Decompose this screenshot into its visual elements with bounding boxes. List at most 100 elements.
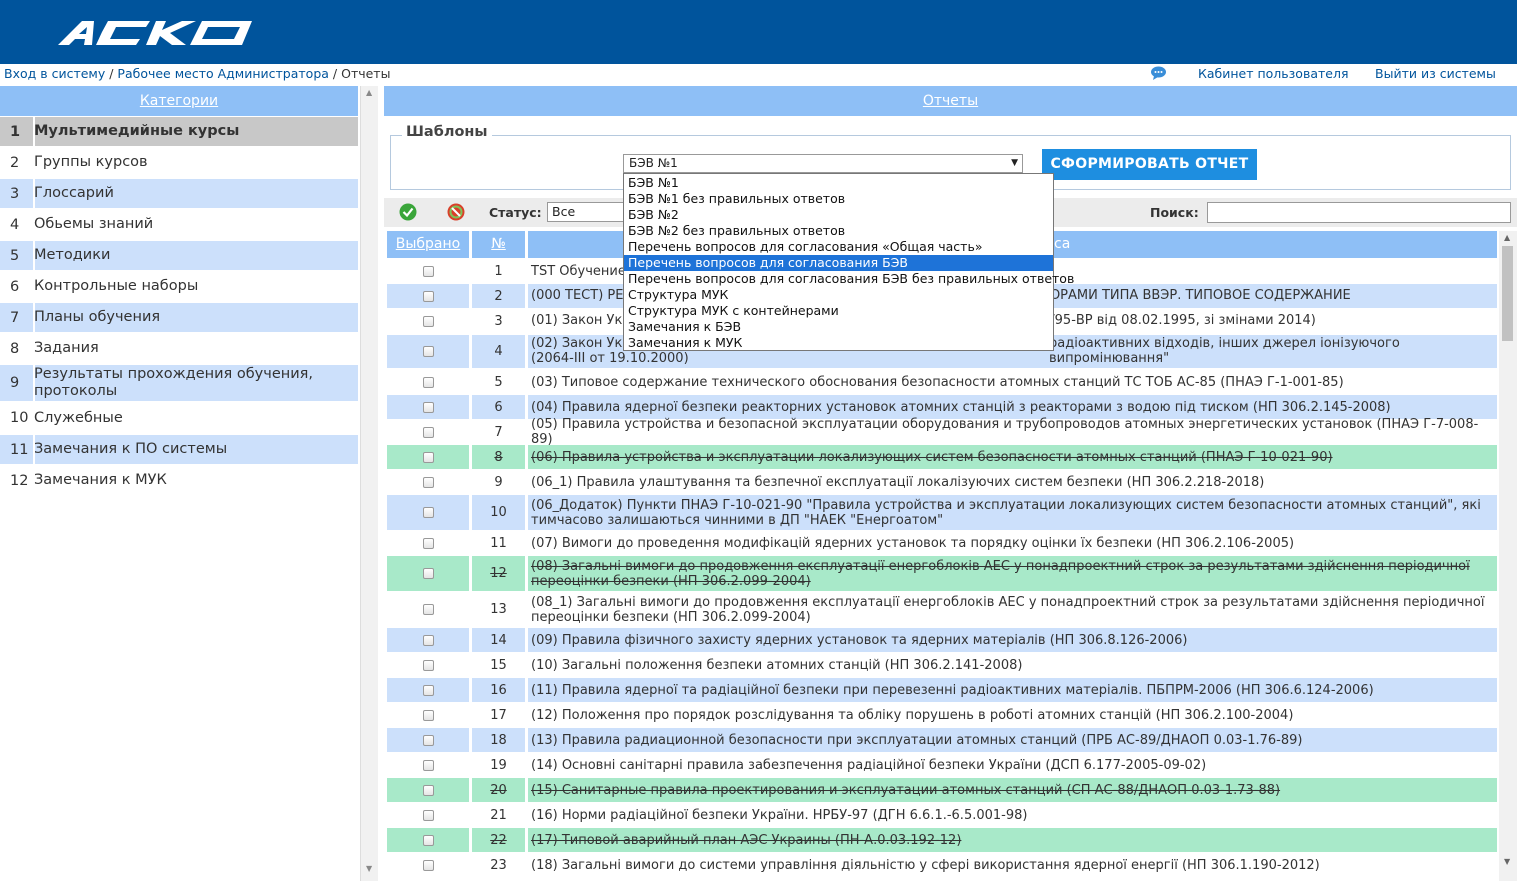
table-row[interactable]: 14 (09) Правила фізичного захисту ядерних… (387, 628, 1497, 652)
row-title[interactable]: (13) Правила радиационной безопасности п… (528, 733, 1302, 748)
dropdown-option[interactable]: БЭВ №2 (624, 207, 1053, 223)
table-scrollbar[interactable]: ▲ ▼ (1499, 231, 1517, 881)
table-row[interactable]: 15 (10) Загальні положення безпеки атомни… (387, 653, 1497, 677)
reports-header[interactable]: Отчеты (384, 86, 1517, 116)
sidebar-item-tasks[interactable]: 8 Задания (0, 334, 358, 363)
row-title[interactable]: (16) Норми радіаційної безпеки України. … (528, 808, 1027, 823)
row-checkbox[interactable] (422, 476, 434, 488)
row-checkbox[interactable] (422, 290, 434, 302)
sidebar-item-service[interactable]: 10 Служебные (0, 403, 358, 433)
table-row[interactable]: 11 (07) Вимоги до проведення модифікацій … (387, 531, 1497, 555)
column-header-selected[interactable]: Выбрано (387, 231, 469, 258)
row-checkbox[interactable] (422, 346, 434, 357)
scrollbar-thumb[interactable] (1502, 246, 1513, 341)
row-title[interactable]: (15) Санитарные правила проектирования и… (528, 783, 1280, 798)
row-checkbox[interactable] (422, 401, 434, 413)
row-title[interactable]: (01) Закон Укр (528, 313, 631, 328)
table-row[interactable]: 9 (06_1) Правила улаштування та безпечної… (387, 470, 1497, 494)
row-title[interactable]: (11) Правила ядерної та радіаційної безп… (528, 683, 1374, 698)
row-checkbox[interactable] (422, 604, 434, 615)
row-checkbox[interactable] (422, 734, 434, 746)
row-checkbox[interactable] (422, 426, 434, 438)
table-row[interactable]: 6 (04) Правила ядерної безпеки реакторних… (387, 395, 1497, 419)
user-cabinet-link[interactable]: Кабинет пользователя (1198, 66, 1348, 81)
table-row[interactable]: 13 (08_1) Загальні вимоги до продовження … (387, 592, 1497, 627)
table-row[interactable]: 19 (14) Основні санітарні правила забезпе… (387, 753, 1497, 777)
table-row[interactable]: 21 (16) Норми радіаційної безпеки України… (387, 803, 1497, 827)
row-title[interactable]: (06_1) Правила улаштування та безпечної … (528, 475, 1264, 490)
row-checkbox[interactable] (422, 634, 434, 646)
row-title[interactable]: (07) Вимоги до проведення модифікацій яд… (528, 536, 1294, 551)
sidebar-item-multimedia-courses[interactable]: 1 Мультимедийные курсы (0, 117, 358, 146)
row-title[interactable]: (02) Закон Укр (528, 336, 631, 351)
dropdown-option[interactable]: БЭВ №1 без правильных ответов (624, 191, 1053, 207)
template-select[interactable]: БЭВ №1 ▼ (623, 154, 1023, 173)
row-checkbox[interactable] (422, 537, 434, 549)
sidebar-item-training-plans[interactable]: 7 Планы обучения (0, 303, 358, 332)
sidebar-item-system-remarks[interactable]: 11 Замечания к ПО системы (0, 435, 358, 464)
row-title[interactable]: (12) Положення про порядок розслідування… (528, 708, 1293, 723)
deselect-all-icon[interactable] (447, 203, 465, 221)
row-checkbox[interactable] (422, 859, 434, 871)
logout-link[interactable]: Выйти из системы (1375, 66, 1496, 81)
row-title[interactable]: (06_Додаток) Пункти ПНАЭ Г-10-021-90 "Пр… (528, 498, 1497, 528)
row-title[interactable]: (05) Правила устройства и безопасной экс… (528, 417, 1497, 447)
row-checkbox[interactable] (422, 507, 434, 518)
row-title[interactable]: (000 ТЕСТ) РЕГ (528, 288, 631, 303)
row-checkbox[interactable] (422, 315, 434, 327)
select-all-check-icon[interactable] (399, 203, 417, 221)
dropdown-option[interactable]: БЭВ №1 (624, 175, 1053, 191)
sidebar-scrollbar[interactable]: ▲ ▼ (360, 86, 378, 881)
table-row[interactable]: 7 (05) Правила устройства и безопасной эк… (387, 417, 1497, 447)
row-title[interactable]: (09) Правила фізичного захисту ядерних у… (528, 633, 1187, 648)
dropdown-option[interactable]: БЭВ №2 без правильных ответов (624, 223, 1053, 239)
chat-bubble-icon[interactable] (1150, 66, 1167, 80)
table-row[interactable]: 5 (03) Типовое содержание технического об… (387, 370, 1497, 394)
dropdown-option[interactable]: Перечень вопросов для согласования «Обща… (624, 239, 1053, 255)
acko-logo[interactable] (56, 12, 256, 52)
scroll-down-arrow-icon[interactable]: ▼ (1504, 857, 1510, 866)
template-dropdown-list[interactable]: БЭВ №1 БЭВ №1 без правильных ответов БЭВ №… (623, 173, 1074, 351)
row-checkbox[interactable] (422, 451, 434, 463)
sidebar-item-training-results[interactable]: 9 Результаты прохождения обучения, проток… (0, 365, 358, 401)
sidebar-item-glossary[interactable]: 3 Глоссарий (0, 179, 358, 208)
breadcrumb-admin-link[interactable]: Рабочее место Администратора (117, 66, 329, 81)
row-checkbox[interactable] (422, 809, 434, 821)
table-row[interactable]: 23 (18) Загальні вимоги до системи управл… (387, 853, 1497, 877)
row-title[interactable]: (04) Правила ядерної безпеки реакторних … (528, 400, 1391, 415)
row-checkbox[interactable] (422, 684, 434, 696)
search-input[interactable] (1207, 202, 1511, 223)
categories-header[interactable]: Категории (0, 86, 358, 116)
scroll-down-arrow-icon[interactable]: ▼ (366, 864, 372, 873)
row-title[interactable]: (06) Правила устройства и эксплуатации л… (528, 450, 1333, 465)
dropdown-option[interactable]: Перечень вопросов для согласования БЭВ б… (624, 271, 1074, 287)
scroll-up-arrow-icon[interactable]: ▲ (1504, 233, 1510, 242)
sidebar-item-methods[interactable]: 5 Методики (0, 241, 358, 270)
scroll-up-arrow-icon[interactable]: ▲ (366, 88, 372, 97)
row-title[interactable]: (18) Загальні вимоги до системи управлін… (528, 858, 1320, 873)
row-title[interactable]: (14) Основні санітарні правила забезпече… (528, 758, 1206, 773)
row-checkbox[interactable] (422, 265, 434, 277)
sidebar-item-muk-remarks[interactable]: 12 Замечания к МУК (0, 466, 358, 495)
table-row[interactable]: 16 (11) Правила ядерної та радіаційної бе… (387, 678, 1497, 702)
row-checkbox[interactable] (422, 376, 434, 388)
status-select[interactable]: Все (547, 202, 627, 222)
dropdown-option[interactable]: Структура МУК с контейнерами (624, 303, 1053, 319)
dropdown-option[interactable]: Замечания к БЭВ (624, 319, 1053, 335)
sidebar-item-knowledge-volumes[interactable]: 4 Обьемы знаний (0, 210, 358, 239)
dropdown-option[interactable]: Перечень вопросов для согласования БЭВ (624, 255, 1053, 271)
row-title[interactable]: (03) Типовое содержание технического обо… (528, 375, 1344, 390)
row-checkbox[interactable] (422, 759, 434, 771)
sidebar-item-control-sets[interactable]: 6 Контрольные наборы (0, 272, 358, 301)
row-title[interactable]: (08) Загальні вимоги до продовження експ… (528, 559, 1497, 589)
breadcrumb-login-link[interactable]: Вход в систему (4, 66, 105, 81)
table-row[interactable]: 22 (17) Типовой аварийный план АЭС Украин… (387, 828, 1497, 852)
dropdown-option[interactable]: Замечания к МУК (624, 335, 1053, 351)
row-checkbox[interactable] (422, 568, 434, 579)
generate-report-button[interactable]: СФОРМИРОВАТЬ ОТЧЕТ (1042, 149, 1257, 180)
row-title[interactable]: (17) Типовой аварийный план АЭС Украины … (528, 833, 961, 848)
column-header-number[interactable]: № (472, 231, 525, 258)
sidebar-item-course-groups[interactable]: 2 Группы курсов (0, 148, 358, 177)
row-checkbox[interactable] (422, 659, 434, 671)
table-row[interactable]: 10 (06_Додаток) Пункти ПНАЭ Г-10-021-90 "… (387, 495, 1497, 530)
